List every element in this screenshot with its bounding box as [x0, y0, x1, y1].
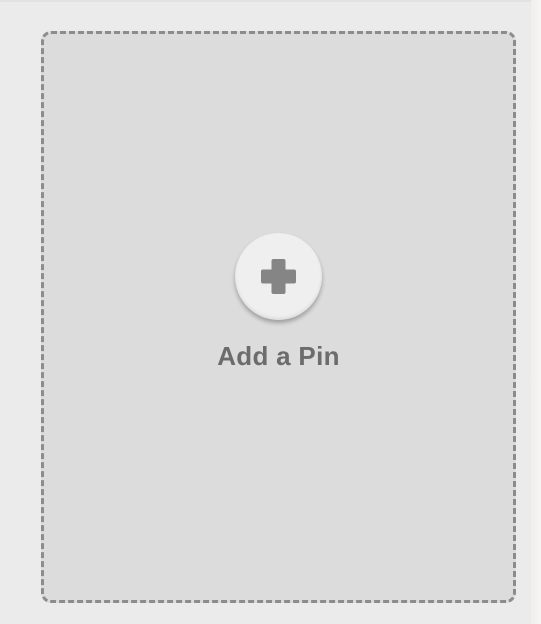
top-divider [0, 0, 541, 2]
plus-icon [261, 259, 296, 294]
right-edge [531, 0, 541, 624]
add-pin-card[interactable]: Add a Pin [41, 31, 516, 603]
add-pin-label: Add a Pin [217, 341, 340, 371]
add-pin-button[interactable] [235, 233, 322, 320]
